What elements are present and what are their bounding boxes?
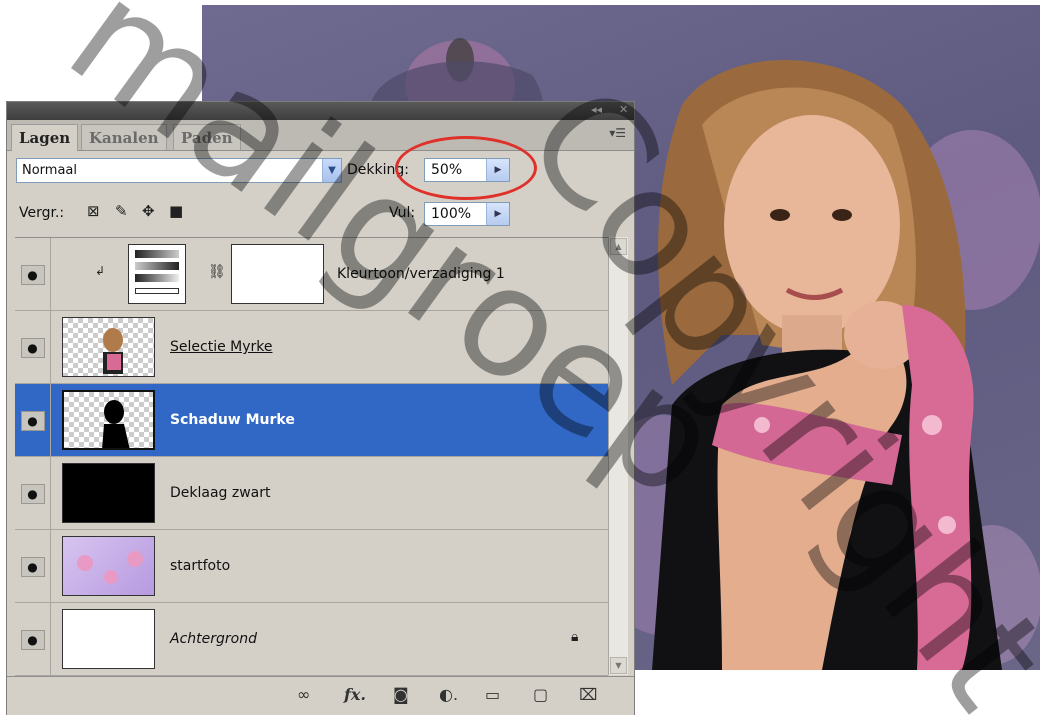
lock-icon: 🔒︎ xyxy=(571,629,579,645)
layer-name: Achtergrond xyxy=(170,631,257,647)
tab-kanalen[interactable]: Kanalen xyxy=(81,124,167,150)
fx-icon[interactable]: fx. xyxy=(344,685,366,704)
visibility-toggle[interactable]: ● xyxy=(15,311,51,383)
opacity-highlight-circle xyxy=(395,136,537,200)
layer-row-selectie[interactable]: ● Selectie Myrke xyxy=(15,311,608,384)
add-mask-icon[interactable]: ◙ xyxy=(393,685,409,704)
lock-all-icon[interactable]: ■ xyxy=(169,202,183,220)
fill-field[interactable]: 100% ▶ xyxy=(424,202,510,226)
eye-icon: ● xyxy=(20,484,45,504)
eye-icon: ● xyxy=(20,265,45,285)
silhouette-thumbnail-icon xyxy=(102,400,130,448)
lock-brush-icon[interactable]: ✎ xyxy=(115,202,128,220)
visibility-toggle[interactable]: ● xyxy=(15,238,51,310)
eye-icon: ● xyxy=(20,411,45,431)
layer-name: Schaduw Murke xyxy=(170,412,295,428)
panel-titlebar[interactable]: ◂◂ ✕ xyxy=(7,102,634,120)
layer-name: Kleurtoon/verzadiging 1 xyxy=(337,266,505,282)
layer-thumbnail xyxy=(62,609,155,669)
new-group-icon[interactable]: ▭ xyxy=(485,685,500,704)
layer-row-kleurtoon[interactable]: ● ↲ ⛓ Kleurtoon/verzadiging 1 xyxy=(15,238,608,311)
visibility-toggle[interactable]: ● xyxy=(15,457,51,529)
fill-slider-arrow-icon[interactable]: ▶ xyxy=(486,203,509,225)
adjustment-layer-icon[interactable]: ◐. xyxy=(439,685,458,704)
blend-row: Normaal ▼ Dekking: 50% ▶ xyxy=(7,151,634,189)
layer-row-deklaag[interactable]: ● Deklaag zwart xyxy=(15,457,608,530)
layers-panel: ◂◂ ✕ Lagen Kanalen Paden ▾☰ Normaal ▼ De… xyxy=(6,101,635,715)
scroll-up-icon[interactable]: ▲ xyxy=(610,238,627,255)
chevron-down-icon[interactable]: ▼ xyxy=(322,159,341,182)
eye-icon: ● xyxy=(20,630,45,650)
layer-bottom-toolbar: ∞ fx. ◙ ◐. ▭ ▢ ⌧ xyxy=(7,676,634,715)
layer-thumbnail xyxy=(62,317,155,377)
blend-mode-select[interactable]: Normaal ▼ xyxy=(16,158,342,183)
layer-row-achtergrond[interactable]: ● Achtergrond 🔒︎ xyxy=(15,603,608,676)
clipping-arrow-icon: ↲ xyxy=(95,264,106,278)
lock-label: Vergr.: xyxy=(19,205,65,221)
layer-row-schaduw[interactable]: ● Schaduw Murke xyxy=(15,384,608,457)
lock-move-icon[interactable]: ✥ xyxy=(142,202,155,220)
eye-icon: ● xyxy=(20,557,45,577)
link-layers-icon[interactable]: ∞ xyxy=(297,685,310,704)
layer-thumbnail xyxy=(62,463,155,523)
new-layer-icon[interactable]: ▢ xyxy=(533,685,548,704)
eye-icon: ● xyxy=(20,338,45,358)
fill-value: 100% xyxy=(431,206,472,222)
layer-thumbnail xyxy=(62,390,155,450)
panel-tabs: Lagen Kanalen Paden ▾☰ xyxy=(7,120,634,151)
layer-scrollbar[interactable]: ▲ ▼ xyxy=(608,237,628,675)
layer-row-startfoto[interactable]: ● startfoto xyxy=(15,530,608,603)
close-icon[interactable]: ✕ xyxy=(619,103,628,116)
visibility-toggle[interactable]: ● xyxy=(15,530,51,602)
girl-thumbnail-icon xyxy=(103,328,123,374)
adjustment-icon xyxy=(128,244,186,304)
fill-label: Vul: xyxy=(389,205,416,221)
lock-row: Vergr.: ⊠ ✎ ✥ ■ Vul: 100% ▶ xyxy=(7,195,634,233)
layer-name: Deklaag zwart xyxy=(170,485,271,501)
trash-icon[interactable]: ⌧ xyxy=(579,685,597,704)
chain-link-icon[interactable]: ⛓ xyxy=(208,264,226,280)
tab-lagen[interactable]: Lagen xyxy=(11,124,79,151)
flowers-thumbnail-icon xyxy=(77,551,143,584)
scroll-down-icon[interactable]: ▼ xyxy=(610,657,627,674)
layer-thumbnail xyxy=(62,536,155,596)
layer-mask-thumbnail[interactable] xyxy=(231,244,324,304)
lock-transparency-icon[interactable]: ⊠ xyxy=(87,202,100,220)
layer-name: Selectie Myrke xyxy=(170,339,273,355)
tab-paden[interactable]: Paden xyxy=(173,124,241,150)
layer-name: startfoto xyxy=(170,558,231,574)
collapse-icon[interactable]: ◂◂ xyxy=(591,103,602,116)
panel-menu-icon[interactable]: ▾☰ xyxy=(609,126,626,140)
visibility-toggle[interactable]: ● xyxy=(15,603,51,675)
blend-mode-value: Normaal xyxy=(22,163,78,178)
layer-list: ● ↲ ⛓ Kleurtoon/verzadiging 1 ● Selectie… xyxy=(15,237,608,676)
visibility-toggle[interactable]: ● xyxy=(15,384,51,456)
